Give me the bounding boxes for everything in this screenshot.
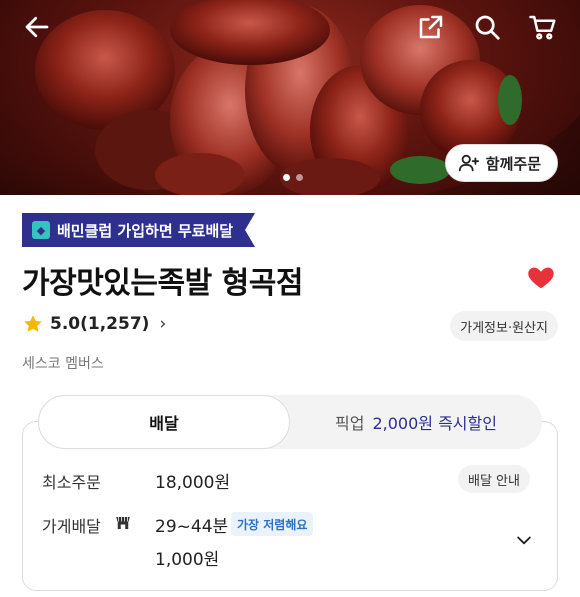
club-banner-text: 배민클럽 가입하면 무료배달: [57, 221, 234, 240]
rating-link[interactable]: 5.0(1,257) ›: [22, 313, 166, 335]
delivery-fee: 1,000원: [155, 550, 220, 570]
min-order-value: 18,000원: [155, 473, 231, 493]
chevron-right-icon: ›: [159, 314, 167, 334]
tab-delivery-label: 배달: [149, 414, 179, 433]
pickup-discount: 2,000원 즉시할인: [372, 414, 497, 433]
carousel-dot[interactable]: [283, 174, 290, 181]
store-hero-image: 함께주문: [0, 0, 580, 195]
group-order-button[interactable]: 함께주문: [444, 144, 558, 182]
add-person-icon: [458, 154, 479, 172]
back-button[interactable]: [20, 10, 54, 44]
cart-button[interactable]: [526, 10, 560, 44]
delivery-time: 29~44분: [155, 517, 229, 537]
baemin-club-banner[interactable]: ◆ 배민클럽 가입하면 무료배달: [22, 213, 255, 247]
store-icon: [116, 517, 130, 529]
store-info-button[interactable]: 가게정보·원산지: [450, 311, 558, 341]
cheapest-badge: 가장 저렴해요: [231, 512, 314, 536]
group-order-label: 함께주문: [485, 154, 541, 173]
share-button[interactable]: [414, 10, 448, 44]
star-icon: [24, 315, 42, 332]
tab-pickup-label: 픽업: [335, 414, 365, 433]
order-type-tabs: 배달 픽업 2,000원 즉시할인: [38, 395, 542, 449]
search-icon: [475, 15, 500, 40]
back-arrow-icon: [25, 16, 49, 38]
membership-text: 세스코 멤버스: [22, 356, 104, 372]
chevron-down-icon[interactable]: [514, 530, 534, 550]
cart-icon: [529, 15, 556, 40]
carousel-dot[interactable]: [296, 174, 303, 181]
tab-delivery[interactable]: 배달: [38, 395, 290, 449]
favorite-heart-icon[interactable]: [526, 262, 556, 292]
store-delivery-label: 가게배달: [42, 517, 101, 536]
share-icon: [419, 15, 443, 39]
carousel-indicator: [283, 174, 303, 181]
club-logo-icon: ◆: [32, 221, 50, 239]
store-name: 가장맛있는족발 형곡점: [22, 266, 303, 301]
min-order-label: 최소주문: [42, 473, 101, 492]
delivery-guide-button[interactable]: 배달 안내: [458, 465, 530, 493]
search-button[interactable]: [470, 10, 504, 44]
tab-pickup[interactable]: 픽업 2,000원 즉시할인: [290, 395, 542, 449]
rating-value: 5.0(1,257): [50, 314, 150, 334]
